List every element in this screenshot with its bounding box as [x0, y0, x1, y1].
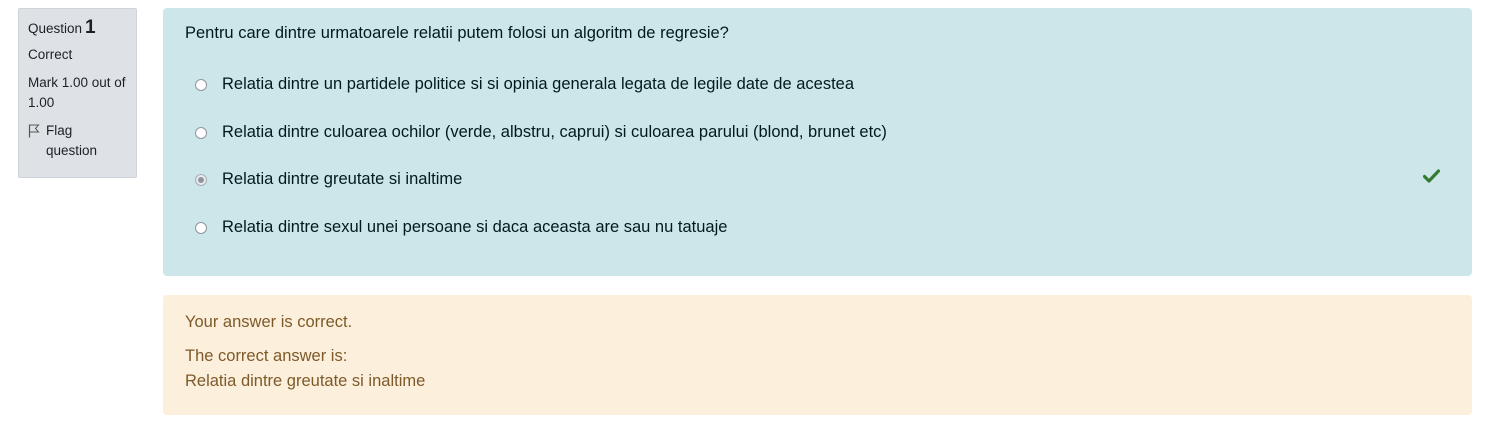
answer-option-2[interactable]: Relatia dintre culoarea ochilor (verde, …	[195, 123, 887, 142]
right-answer-text: Relatia dintre greutate si inaltime	[185, 372, 426, 390]
answer-option-3[interactable]: Relatia dintre greutate si inaltime	[195, 170, 462, 189]
right-answer-title: The correct answer is:	[185, 347, 348, 365]
flag-question-label: Flag question	[46, 123, 98, 158]
answer-label: Relatia dintre sexul unei persoane si da…	[222, 218, 728, 236]
question-number: 1	[85, 17, 96, 38]
check-icon	[1423, 169, 1440, 183]
answer-label: Relatia dintre culoarea ochilor (verde, …	[222, 123, 887, 141]
answer-label: Relatia dintre greutate si inaltime	[222, 170, 463, 188]
answer-radio[interactable]	[195, 126, 207, 139]
question-outcome: Your answer is correct. The correct answ…	[163, 295, 1472, 415]
question-formulation: Pentru care dintre urmatoarele relatii p…	[163, 8, 1472, 276]
answer-option-4[interactable]: Relatia dintre sexul unei persoane si da…	[195, 218, 727, 237]
answer-label: Relatia dintre un partidele politice si …	[222, 75, 855, 93]
question-info-panel: Question 1 Correct Mark 1.00 out of 1.00 …	[18, 8, 137, 178]
feedback-text: Your answer is correct.	[185, 313, 353, 331]
flag-icon	[28, 124, 40, 138]
answer-radio-selected[interactable]	[195, 173, 207, 186]
answer-radio[interactable]	[195, 78, 207, 91]
answer-radio[interactable]	[195, 221, 207, 234]
flag-question-link[interactable]: Flag question	[28, 121, 127, 161]
question-number-line: Question 1	[28, 18, 127, 39]
question-label: Question	[28, 21, 83, 36]
answer-option-1[interactable]: Relatia dintre un partidele politice si …	[195, 75, 854, 94]
question-state: Correct	[28, 47, 73, 62]
question-grade: Mark 1.00 out of 1.00	[28, 75, 126, 110]
question-text: Pentru care dintre urmatoarele relatii p…	[185, 24, 729, 42]
